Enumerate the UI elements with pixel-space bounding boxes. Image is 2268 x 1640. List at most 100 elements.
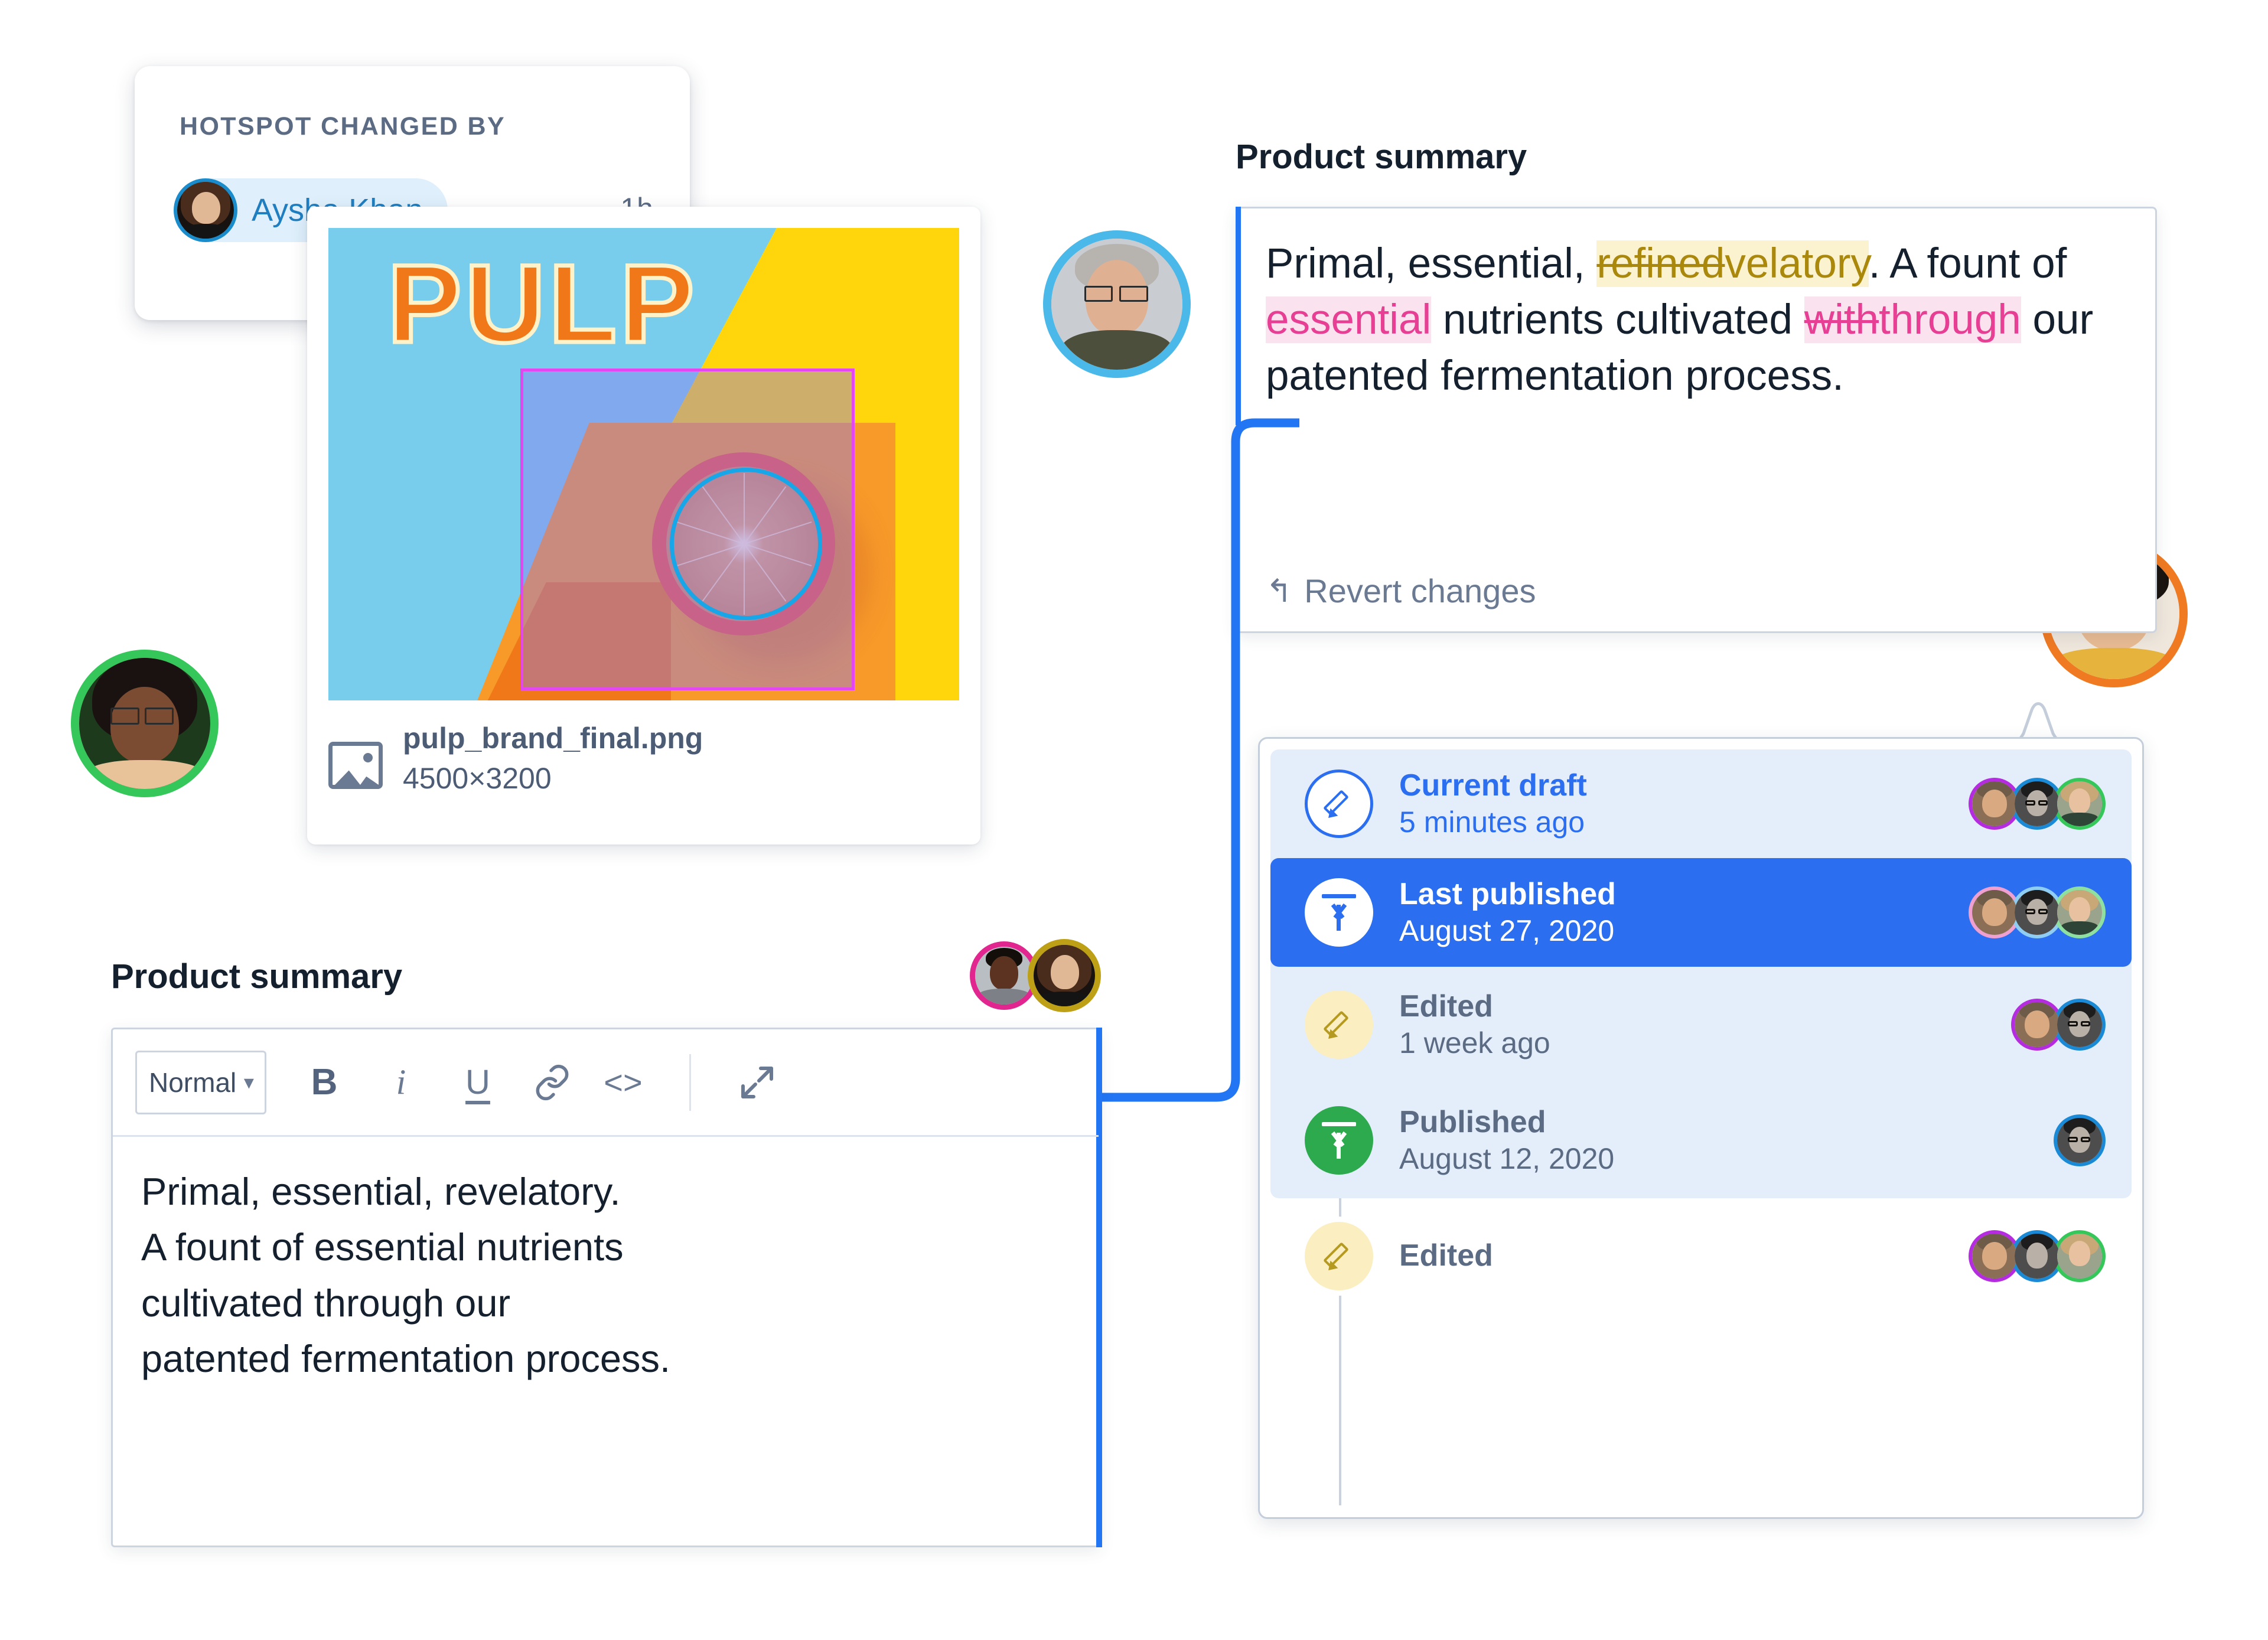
- history-row-labels: Last published August 27, 2020: [1399, 876, 1616, 948]
- history-row-meta: 5 minutes ago: [1399, 805, 1585, 839]
- diff-line1-post: .: [1868, 240, 1881, 287]
- version-history-panel[interactable]: Current draft 5 minutes ago Last publish…: [1258, 737, 2144, 1519]
- history-row-edited-1[interactable]: Edited 1 week ago: [1270, 967, 2132, 1083]
- editor-card-title: Product summary: [111, 957, 403, 996]
- avatar-ring: [2054, 999, 2106, 1051]
- avatar-face: [79, 658, 210, 789]
- history-row-avatars: [1969, 886, 2106, 938]
- avatar: [2015, 1234, 2060, 1279]
- diff-text: Primal, essential, refinedvelatory. A fo…: [1266, 236, 2127, 404]
- diff-change-pink-2: withthrough: [1804, 296, 2021, 344]
- history-row-meta: August 12, 2020: [1399, 1142, 1615, 1175]
- revert-changes-label: Revert changes: [1304, 572, 1536, 609]
- history-row-meta: 1 week ago: [1399, 1026, 1550, 1059]
- bold-button[interactable]: B: [294, 1052, 355, 1113]
- history-row-edited-2[interactable]: Edited: [1270, 1198, 2132, 1314]
- avatar-ring: [1969, 778, 2021, 830]
- history-row-label: Edited: [1399, 1238, 1493, 1273]
- avatar-gold-ring[interactable]: [1028, 939, 1101, 1012]
- avatar-face: [1034, 945, 1095, 1006]
- avatar: [2057, 781, 2102, 826]
- hotspot-focus-circle[interactable]: [670, 468, 822, 620]
- pencil-icon: [1305, 770, 1373, 838]
- history-row-label: Edited: [1399, 989, 1493, 1024]
- history-row-labels: Edited: [1399, 1238, 1493, 1274]
- avatar: [2057, 1002, 2102, 1047]
- style-select[interactable]: Normal ▾: [135, 1050, 266, 1114]
- code-button[interactable]: <>: [592, 1052, 654, 1113]
- chevron-down-icon: ▾: [243, 1071, 254, 1094]
- avatar-ring: [2054, 1114, 2106, 1166]
- history-row-labels: Current draft 5 minutes ago: [1399, 768, 1587, 839]
- avatar: [1972, 781, 2017, 826]
- diff-inserted-text-2: through: [1878, 296, 2021, 344]
- avatar-ring: [1969, 1230, 2021, 1282]
- expand-icon[interactable]: [726, 1052, 788, 1113]
- asset-thumbnail[interactable]: PULP: [328, 228, 959, 700]
- tooltip-title: HOTSPOT CHANGED BY: [180, 112, 506, 141]
- editor-body-text[interactable]: Primal, essential, revelatory. A fount o…: [113, 1137, 1099, 1546]
- avatar: [177, 182, 234, 239]
- history-row-label: Published: [1399, 1105, 1546, 1140]
- editor-card[interactable]: Normal ▾ B i U <> Primal, essential, rev…: [111, 1028, 1102, 1547]
- history-row-meta: August 27, 2020: [1399, 914, 1615, 947]
- history-row-current-draft[interactable]: Current draft 5 minutes ago: [1270, 749, 2132, 858]
- diff-card-title: Product summary: [1236, 138, 1527, 176]
- italic-button[interactable]: i: [370, 1052, 432, 1113]
- avatar-ring: [2054, 1230, 2106, 1282]
- pencil-icon: [1305, 1222, 1373, 1290]
- history-row-avatars: [2054, 1114, 2106, 1166]
- avatar: [1051, 239, 1182, 370]
- avatar-ring: [2011, 886, 2063, 938]
- avatar: [2015, 890, 2060, 935]
- artwork-wordmark: PULP: [386, 240, 698, 368]
- avatar-ring: [2011, 778, 2063, 830]
- upload-icon: [1305, 1106, 1373, 1175]
- diff-line4: patented fermentation process.: [1266, 353, 1844, 400]
- canvas: HOTSPOT CHANGED BY Aysha Khan 1h: [0, 0, 2268, 1640]
- diff-inserted-text: velatory: [1725, 240, 1869, 287]
- avatar: [2015, 781, 2060, 826]
- avatar-face: [177, 182, 234, 239]
- avatar: [1034, 945, 1095, 1006]
- asset-card[interactable]: PULP pulp_brand_final.png 4500×3200: [307, 207, 980, 845]
- diff-line2-pre: A fount of: [1889, 240, 2067, 287]
- underline-button[interactable]: U: [447, 1052, 509, 1113]
- link-icon[interactable]: [522, 1052, 583, 1113]
- history-row-last-published[interactable]: Last published August 27, 2020: [1270, 858, 2132, 967]
- history-row-labels: Edited 1 week ago: [1399, 989, 1550, 1060]
- diff-deleted-text: refined: [1596, 240, 1725, 287]
- toolbar-divider: [689, 1054, 691, 1111]
- avatar-ring: [2054, 886, 2106, 938]
- avatar-ring: [2011, 999, 2063, 1051]
- asset-metadata: pulp_brand_final.png 4500×3200: [328, 720, 703, 801]
- diff-change-yellow: refinedvelatory: [1596, 240, 1869, 287]
- avatar-ring: [174, 178, 237, 242]
- avatar: [2057, 1118, 2102, 1163]
- history-row-avatars: [1969, 1230, 2106, 1282]
- diff-card: Primal, essential, refinedvelatory. A fo…: [1236, 207, 2157, 633]
- editor-toolbar: Normal ▾ B i U <>: [113, 1029, 1099, 1137]
- avatar: [79, 658, 210, 789]
- history-row-label: Current draft: [1399, 768, 1587, 803]
- history-row-labels: Published August 12, 2020: [1399, 1104, 1614, 1176]
- avatar: [975, 947, 1033, 1005]
- history-row-avatars: [2011, 999, 2106, 1051]
- diff-line1-pre: Primal, essential,: [1266, 240, 1597, 287]
- history-row-published[interactable]: Published August 12, 2020: [1270, 1083, 2132, 1198]
- avatar-ring: [1969, 886, 2021, 938]
- asset-filename: pulp_brand_final.png: [403, 722, 703, 755]
- upload-icon: [1305, 878, 1373, 947]
- diff-line3-pre: cultivated: [1615, 296, 1804, 344]
- history-row-label: Last published: [1399, 877, 1616, 912]
- avatar: [1972, 1234, 2017, 1279]
- revert-changes-button[interactable]: ↰ Revert changes: [1266, 572, 1536, 610]
- avatar: [2057, 1234, 2102, 1279]
- diff-deleted-text-2: with: [1804, 296, 1879, 344]
- presence-avatar-green[interactable]: [71, 650, 219, 797]
- avatar: [2057, 890, 2102, 935]
- avatar-face: [975, 947, 1033, 1005]
- diff-line3-post: our: [2021, 296, 2094, 344]
- version-history-list: Current draft 5 minutes ago Last publish…: [1270, 749, 2132, 1505]
- avatar-ring: [2054, 778, 2106, 830]
